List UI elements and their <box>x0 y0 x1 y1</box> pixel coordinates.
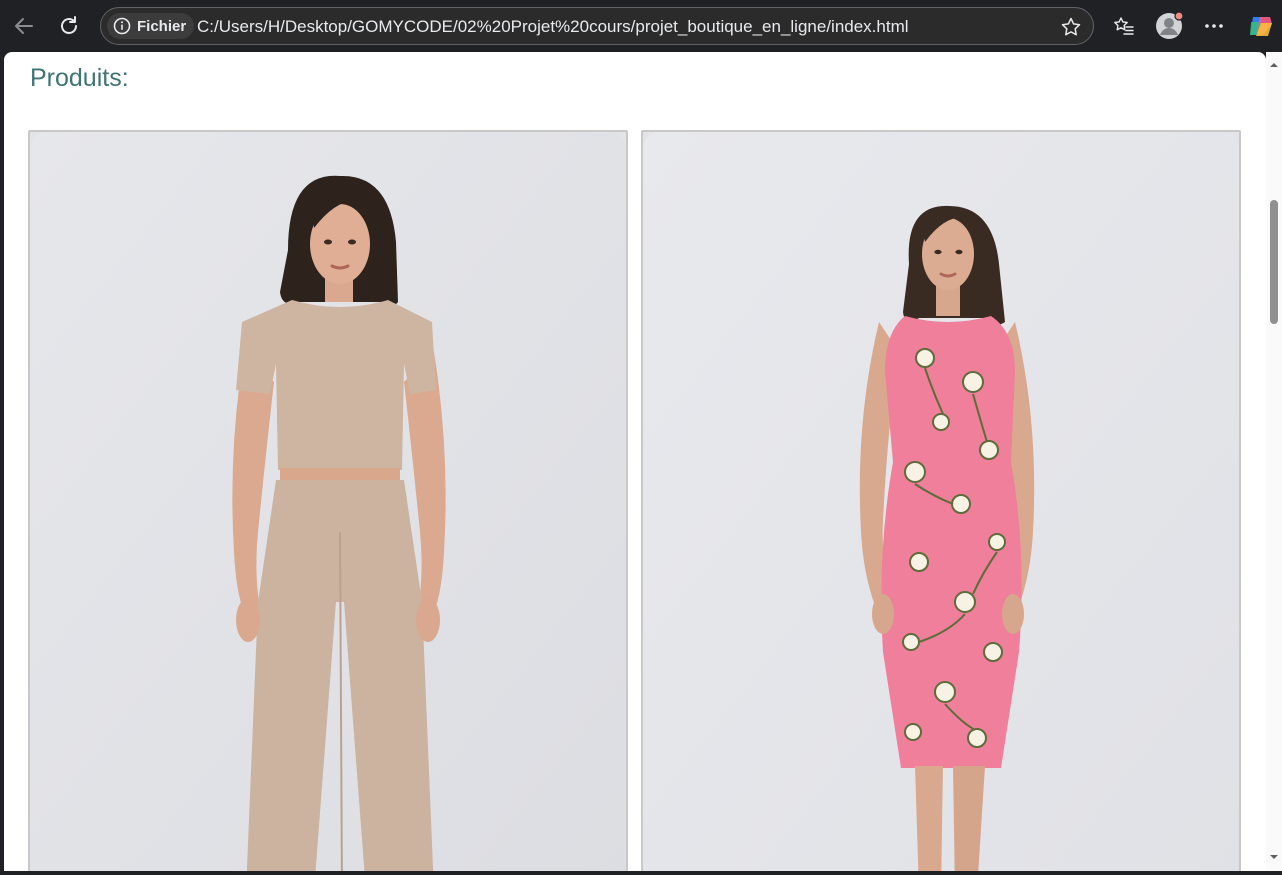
site-info-chip[interactable]: Fichier <box>107 13 195 39</box>
more-options-icon <box>1205 24 1223 28</box>
favorites-button[interactable] <box>1106 8 1142 44</box>
reload-button[interactable] <box>51 8 87 44</box>
star-icon <box>1061 17 1081 36</box>
vertical-scrollbar[interactable] <box>1266 52 1282 871</box>
avatar-icon <box>1156 11 1184 39</box>
favorites-list-icon <box>1114 17 1134 35</box>
scroll-down-arrow-icon[interactable] <box>1269 852 1279 862</box>
product-image-2 <box>643 132 1239 871</box>
copilot-icon <box>1250 17 1272 36</box>
model-photo-beige-set <box>30 132 626 871</box>
product-image-1 <box>30 132 626 871</box>
window-bottom-border <box>0 871 1282 875</box>
model-photo-pink-dress <box>643 132 1239 871</box>
site-chip-label: Fichier <box>137 17 187 35</box>
address-bar[interactable]: Fichier C:/Users/H/Desktop/GOMYCODE/02%2… <box>100 7 1094 45</box>
page-heading: Produits: <box>30 64 129 92</box>
scrollbar-thumb[interactable] <box>1270 200 1278 324</box>
scroll-up-arrow-icon[interactable] <box>1269 60 1279 70</box>
copilot-button[interactable] <box>1243 8 1279 44</box>
profile-button[interactable] <box>1151 8 1187 44</box>
reload-icon <box>61 16 77 34</box>
back-button[interactable] <box>6 8 42 44</box>
browser-toolbar: Fichier C:/Users/H/Desktop/GOMYCODE/02%2… <box>0 0 1282 52</box>
favorite-button[interactable] <box>1057 13 1085 41</box>
info-icon <box>113 17 131 35</box>
product-card-2[interactable] <box>641 130 1241 871</box>
settings-menu-button[interactable] <box>1196 8 1232 44</box>
back-arrow-icon <box>15 18 33 34</box>
url-text[interactable]: C:/Users/H/Desktop/GOMYCODE/02%20Projet%… <box>197 17 909 37</box>
page-viewport: Produits: <box>4 52 1266 871</box>
product-card-1[interactable] <box>28 130 628 871</box>
